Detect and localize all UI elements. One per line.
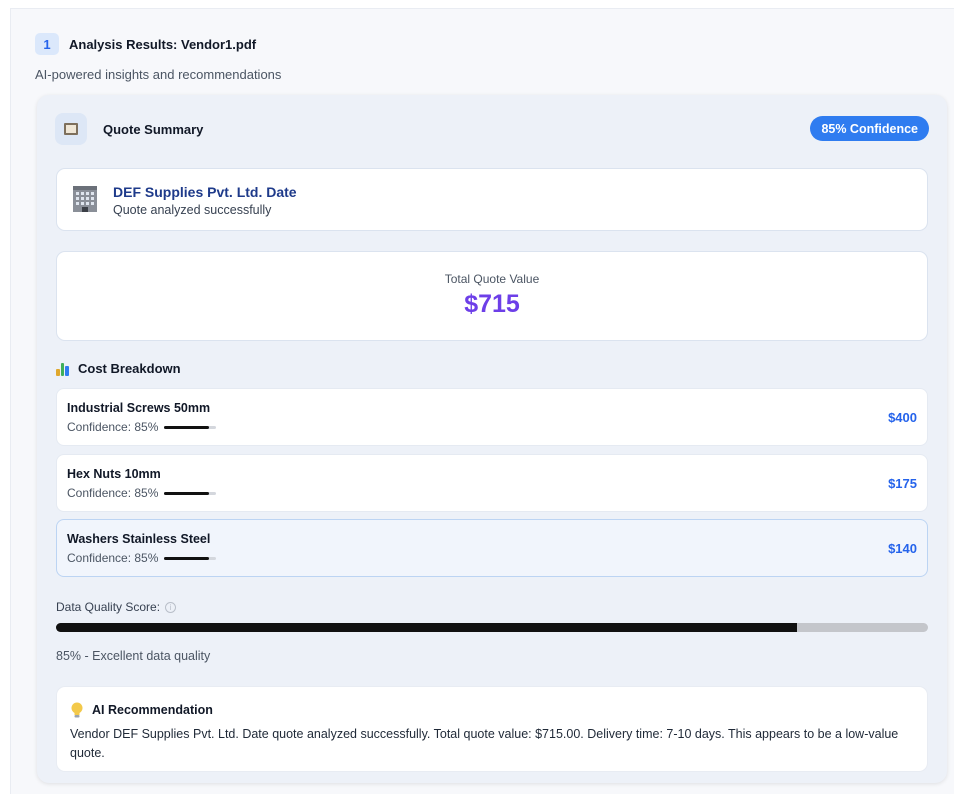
confidence-bar (164, 491, 217, 495)
confidence-badge: 85% Confidence (810, 116, 929, 141)
cost-item-confidence-text: Confidence: 85% (67, 551, 159, 565)
results-subtitle: AI-powered insights and recommendations (35, 67, 282, 82)
cost-item-name: Washers Stainless Steel (67, 532, 211, 546)
cost-item-confidence-text: Confidence: 85% (67, 486, 159, 500)
cost-item-amount: $400 (888, 410, 917, 425)
confidence-bar (164, 425, 217, 429)
office-building-icon (73, 186, 97, 212)
cost-item-amount: $175 (888, 476, 917, 491)
confidence-bar-fill (164, 556, 209, 560)
cost-item-confidence: Confidence: 85% (67, 486, 217, 500)
cost-item-name: Industrial Screws 50mm (67, 401, 211, 415)
ai-recommendation-title: AI Recommendation (92, 703, 213, 717)
bar-chart-icon (56, 362, 70, 376)
quote-summary-card: Quote Summary 85% Confidence DEF Supplie… (37, 95, 947, 783)
light-bulb-icon (71, 702, 83, 718)
quote-summary-title: Quote Summary (103, 122, 204, 137)
results-panel: 1 Analysis Results: Vendor1.pdf AI-power… (10, 8, 954, 794)
confidence-bar-fill (164, 425, 209, 429)
cost-breakdown-title: Cost Breakdown (78, 361, 181, 376)
data-quality-label: Data Quality Score: i (56, 600, 177, 614)
results-title: Analysis Results: Vendor1.pdf (69, 36, 257, 52)
data-quality-bar (56, 623, 928, 632)
cost-item: Industrial Screws 50mm Confidence: 85% $… (56, 388, 928, 446)
ai-recommendation-text: Vendor DEF Supplies Pvt. Ltd. Date quote… (70, 727, 899, 760)
cost-item-confidence: Confidence: 85% (67, 420, 217, 434)
total-quote-box: Total Quote Value $715 (56, 251, 928, 341)
data-quality-text: 85% - Excellent data quality (56, 649, 211, 663)
total-quote-label: Total Quote Value (444, 272, 540, 286)
notepad-icon (55, 113, 87, 145)
cost-item-confidence-text: Confidence: 85% (67, 420, 159, 434)
info-icon[interactable]: i (165, 601, 177, 613)
cost-item: Hex Nuts 10mm Confidence: 85% $175 (56, 454, 928, 512)
cost-item[interactable]: Washers Stainless Steel Confidence: 85% … (56, 519, 928, 577)
cost-item-name: Hex Nuts 10mm (67, 467, 161, 481)
vendor-info: DEF Supplies Pvt. Ltd. Date Quote analyz… (56, 168, 928, 231)
data-quality-bar-fill (56, 623, 798, 632)
cost-item-confidence: Confidence: 85% (67, 551, 217, 565)
results-header: 1 Analysis Results: Vendor1.pdf (35, 33, 256, 55)
total-quote-value: $715 (464, 290, 520, 318)
cost-breakdown-header: Cost Breakdown (56, 361, 181, 376)
data-quality-label-text: Data Quality Score: (56, 600, 161, 614)
cost-item-amount: $140 (888, 541, 917, 556)
step-badge: 1 (35, 33, 59, 55)
confidence-bar (164, 556, 217, 560)
confidence-bar-fill (164, 491, 209, 495)
vendor-name: DEF Supplies Pvt. Ltd. Date (113, 184, 297, 200)
vendor-status: Quote analyzed successfully (113, 203, 272, 217)
ai-recommendation: AI Recommendation Vendor DEF Supplies Pv… (56, 686, 928, 772)
